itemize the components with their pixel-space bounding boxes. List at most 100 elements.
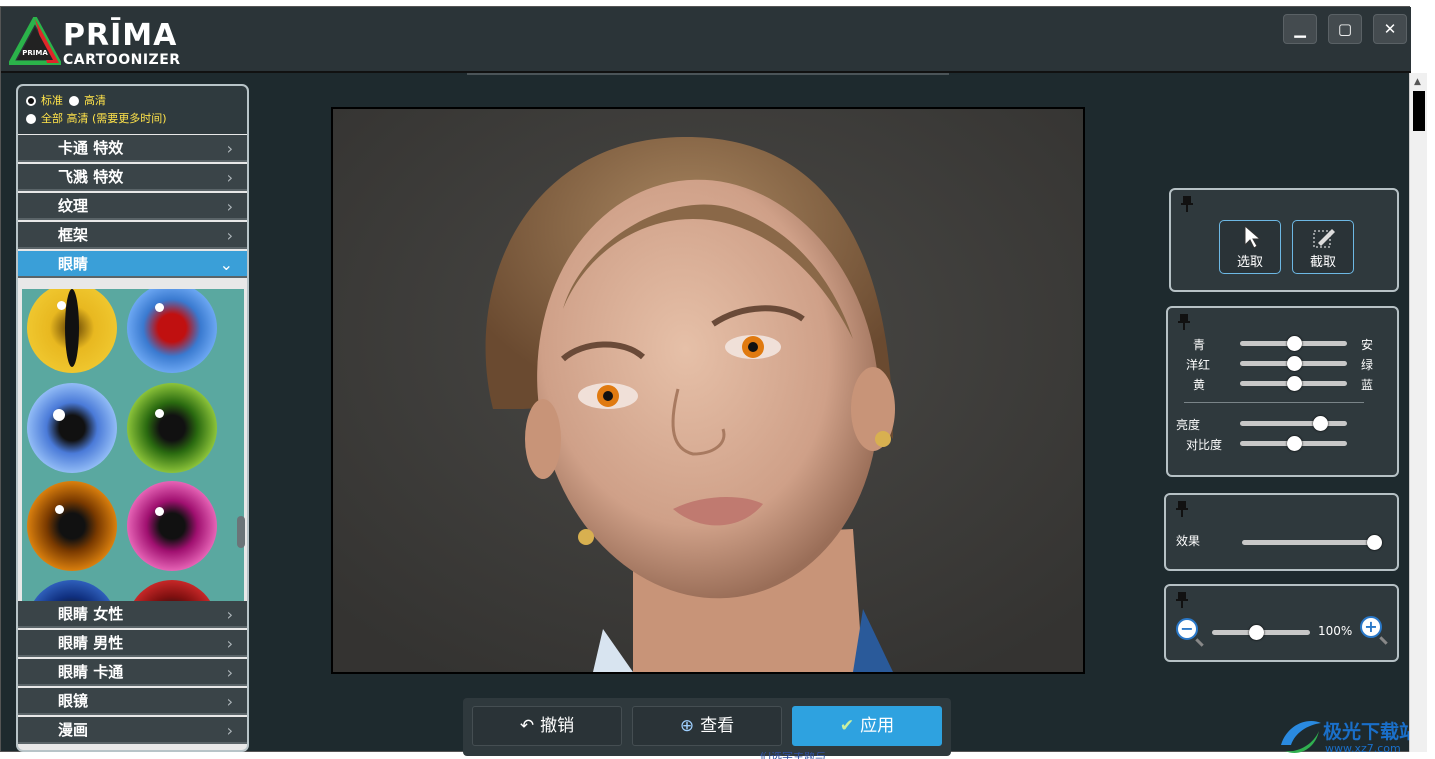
category-comics[interactable]: 漫画 › xyxy=(18,717,247,744)
eye-glint xyxy=(53,409,65,421)
undo-icon: ↶ xyxy=(519,716,535,736)
app-logo: PRIMA PRĪMA CARTOONIZER xyxy=(9,15,189,69)
eye-swatch-orange[interactable] xyxy=(27,481,117,571)
contrast-slider[interactable] xyxy=(1240,436,1347,451)
zoom-in-icon[interactable]: + xyxy=(1360,616,1382,638)
category-cartoon-effects[interactable]: 卡通 特效 › xyxy=(18,135,247,162)
view-label: 查看 xyxy=(700,716,735,736)
chevron-right-icon: › xyxy=(226,168,233,187)
view-button[interactable]: ⊕ 查看 xyxy=(632,706,782,746)
yellow-blue-slider[interactable] xyxy=(1240,376,1347,391)
brightness-slider[interactable] xyxy=(1240,416,1347,431)
eye-swatch-pink[interactable] xyxy=(127,481,217,571)
eye-swatch-green[interactable] xyxy=(127,383,217,473)
zoom-out-icon[interactable]: − xyxy=(1176,618,1198,640)
effect-slider[interactable] xyxy=(1242,535,1382,550)
magenta-green-slider[interactable] xyxy=(1240,356,1347,371)
logo-triangle-icon: PRIMA xyxy=(9,17,61,65)
cyan-label: 青 xyxy=(1193,338,1206,352)
category-frames[interactable]: 框架 › xyxy=(18,222,247,249)
category-label: 眼镜 xyxy=(58,692,89,710)
logo-title: PRĪMA xyxy=(63,18,178,53)
red-label: 安 xyxy=(1361,338,1374,352)
pin-icon[interactable] xyxy=(1178,314,1190,330)
category-eyes[interactable]: 眼睛 ⌄ xyxy=(18,251,247,278)
logo-subtitle: CARTOONIZER xyxy=(63,52,181,68)
select-tool-button[interactable]: 选取 xyxy=(1219,220,1281,274)
photo-canvas[interactable] xyxy=(331,107,1085,674)
yellow-label: 黄 xyxy=(1193,378,1206,392)
green-label: 绿 xyxy=(1361,358,1374,372)
eye-swatch-dark-blue[interactable] xyxy=(27,580,117,601)
slider-knob[interactable] xyxy=(1286,356,1302,371)
category-label: 漫画 xyxy=(58,721,89,739)
pin-icon[interactable] xyxy=(1176,501,1188,517)
app-window: PRIMA PRĪMA CARTOONIZER ▁ ▢ ✕ 标准 高清 全部 高… xyxy=(0,6,1418,756)
eye-glint xyxy=(155,409,164,418)
checkmark-icon: ✔ xyxy=(839,716,855,736)
category-eyes-male[interactable]: 眼睛 男性 › xyxy=(18,630,247,657)
chevron-down-icon: ⌄ xyxy=(219,255,233,274)
close-icon: ✕ xyxy=(1383,20,1397,38)
category-eyes-cartoon[interactable]: 眼睛 卡通 › xyxy=(18,659,247,686)
chevron-right-icon: › xyxy=(226,663,233,682)
scrollbar-thumb[interactable] xyxy=(1413,91,1425,131)
crop-tool-button[interactable]: 截取 xyxy=(1292,220,1354,274)
vertical-scrollbar[interactable]: ▲ xyxy=(1409,73,1427,752)
standard-label: 标准 xyxy=(41,94,63,107)
slider-knob[interactable] xyxy=(1313,416,1329,431)
category-label: 眼睛 xyxy=(58,255,89,273)
slider-knob[interactable] xyxy=(1286,376,1302,391)
slider-knob[interactable] xyxy=(1249,625,1265,640)
pin-icon[interactable] xyxy=(1181,196,1193,212)
watermark: 极光下载站 www.xz7.com xyxy=(1277,713,1427,759)
eye-swatch-yellow-cat[interactable] xyxy=(27,289,117,373)
eye-glint xyxy=(155,507,164,516)
eye-swatch-blue[interactable] xyxy=(27,383,117,473)
portrait-photo xyxy=(333,109,1083,672)
crop-tool-label: 截取 xyxy=(1309,255,1336,270)
category-texture[interactable]: 纹理 › xyxy=(18,193,247,220)
close-button[interactable]: ✕ xyxy=(1373,14,1407,44)
scroll-up-icon[interactable]: ▲ xyxy=(1414,77,1421,87)
zoom-slider[interactable] xyxy=(1212,625,1310,640)
apply-button[interactable]: ✔ 应用 xyxy=(792,706,942,746)
category-label: 纹理 xyxy=(58,197,89,215)
standard-radio[interactable] xyxy=(26,96,36,106)
chevron-right-icon: › xyxy=(226,634,233,653)
all-hd-radio[interactable] xyxy=(26,114,36,124)
watermark-url: www.xz7.com xyxy=(1325,742,1401,755)
category-glasses[interactable]: 眼镜 › xyxy=(18,688,247,715)
hd-radio[interactable] xyxy=(69,96,79,106)
slider-knob[interactable] xyxy=(1286,336,1302,351)
cyan-red-slider[interactable] xyxy=(1240,336,1347,351)
effect-panel: 效果 xyxy=(1164,493,1399,571)
slider-knob[interactable] xyxy=(1286,436,1302,451)
chevron-right-icon: › xyxy=(226,692,233,711)
category-label: 框架 xyxy=(58,226,89,244)
slider-knob[interactable] xyxy=(1367,535,1382,550)
maximize-button[interactable]: ▢ xyxy=(1328,14,1362,44)
maximize-icon: ▢ xyxy=(1337,20,1353,38)
quality-row-2: 全部 高清 (需要更多时间) xyxy=(26,111,167,127)
action-bar: ↶ 撤销 ⊕ 查看 ✔ 应用 xyxy=(463,698,951,756)
apply-label: 应用 xyxy=(860,716,895,736)
chevron-right-icon: › xyxy=(226,139,233,158)
category-label: 卡通 特效 xyxy=(58,139,124,157)
minimize-button[interactable]: ▁ xyxy=(1283,14,1317,44)
category-label: 飞溅 特效 xyxy=(58,168,124,186)
chevron-right-icon: › xyxy=(226,197,233,216)
undo-button[interactable]: ↶ 撤销 xyxy=(472,706,622,746)
eye-swatch-blue-red[interactable] xyxy=(127,289,217,373)
effects-panel: 标准 高清 全部 高清 (需要更多时间) 卡通 特效 › 飞溅 特效 › 纹理 › 框… xyxy=(16,84,249,752)
swatch-scrollbar-thumb[interactable] xyxy=(237,516,245,548)
magnifier-icon: ⊕ xyxy=(679,716,695,736)
minimize-icon: ▁ xyxy=(1294,20,1306,38)
category-splash-effects[interactable]: 飞溅 特效 › xyxy=(18,164,247,191)
category-eyes-female[interactable]: 眼睛 女性 › xyxy=(18,601,247,628)
cat-pupil xyxy=(65,289,79,367)
pin-icon[interactable] xyxy=(1176,592,1188,608)
all-hd-label: 全部 高清 (需要更多时间) xyxy=(41,112,167,125)
eye-swatch-red[interactable] xyxy=(127,580,217,601)
category-label: 眼睛 女性 xyxy=(58,605,124,623)
